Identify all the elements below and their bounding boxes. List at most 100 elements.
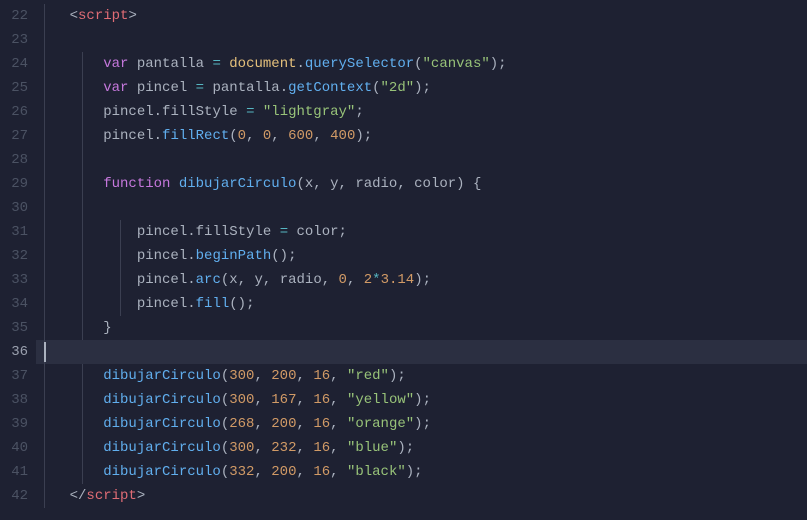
token-punc: , (246, 128, 263, 144)
token-param: color (414, 176, 456, 192)
code-line[interactable]: pincel.beginPath(); (36, 244, 807, 268)
indent-guide (44, 484, 45, 508)
line-number: 32 (0, 244, 28, 268)
code-line[interactable]: pincel.fillStyle = "lightgray"; (36, 100, 807, 124)
code-line[interactable] (36, 148, 807, 172)
indent-guide (44, 52, 45, 76)
token-plain: radio (280, 272, 322, 288)
token-num: 16 (313, 464, 330, 480)
token-num: 0 (238, 128, 246, 144)
token-punc: () (229, 296, 246, 312)
token-num: 600 (288, 128, 313, 144)
token-num: 200 (271, 416, 296, 432)
token-plain: pincel (103, 128, 153, 144)
code-line[interactable]: </script> (36, 484, 807, 508)
indent-guide (44, 172, 45, 196)
token-str: "blue" (347, 440, 397, 456)
code-line[interactable]: dibujarCirculo(332, 200, 16, "black"); (36, 460, 807, 484)
code-line-content (36, 200, 103, 216)
token-num: 2 (364, 272, 372, 288)
indent-guide (44, 316, 45, 340)
token-plain: pincel (137, 224, 187, 240)
token-plain (128, 56, 136, 72)
token-punc: ) (397, 440, 405, 456)
token-tag: script (86, 488, 136, 504)
token-num: 268 (229, 416, 254, 432)
code-line[interactable]: var pincel = pantalla.getContext("2d"); (36, 76, 807, 100)
token-punc: ( (221, 392, 229, 408)
line-number: 36 (0, 340, 28, 364)
indent-guide (44, 244, 45, 268)
code-line[interactable]: pincel.fillStyle = color; (36, 220, 807, 244)
indent-guide (44, 148, 45, 172)
code-line[interactable]: dibujarCirculo(268, 200, 16, "orange"); (36, 412, 807, 436)
token-op: = (212, 56, 220, 72)
indent-guide (44, 124, 45, 148)
token-punc: , (322, 272, 339, 288)
token-plain: pincel (137, 80, 187, 96)
token-punc: , (254, 416, 271, 432)
indent-guide (82, 52, 83, 76)
token-plain: pincel (137, 248, 187, 264)
code-line[interactable]: var pantalla = document.querySelector("c… (36, 52, 807, 76)
code-editor[interactable]: 2223242526272829303132333435363738394041… (0, 0, 807, 520)
code-line[interactable] (36, 196, 807, 220)
token-punc: < (70, 8, 78, 24)
line-number: 22 (0, 4, 28, 28)
indent-guide (44, 364, 45, 388)
token-punc: , (397, 176, 414, 192)
code-line-content: dibujarCirculo(300, 232, 16, "blue"); (36, 440, 414, 456)
token-fn: dibujarCirculo (103, 368, 221, 384)
token-num: 16 (313, 416, 330, 432)
code-line-content (36, 32, 70, 48)
token-plain: y (255, 272, 263, 288)
code-line[interactable] (36, 28, 807, 52)
code-line[interactable]: dibujarCirculo(300, 232, 16, "blue"); (36, 436, 807, 460)
token-num: 300 (229, 392, 254, 408)
token-num: 200 (271, 368, 296, 384)
token-punc: , (297, 464, 314, 480)
token-str: "canvas" (423, 56, 490, 72)
code-area[interactable]: <script> var pantalla = document.querySe… (36, 0, 807, 520)
token-num: 200 (271, 464, 296, 480)
token-op: = (280, 224, 288, 240)
token-plain: x (229, 272, 237, 288)
token-punc: , (297, 368, 314, 384)
token-punc: ; (423, 392, 431, 408)
token-plain (238, 104, 246, 120)
token-num: 3.14 (381, 272, 415, 288)
code-line[interactable]: } (36, 316, 807, 340)
code-line[interactable]: pincel.fill(); (36, 292, 807, 316)
token-plain (128, 80, 136, 96)
indent-guide (44, 268, 45, 292)
indent-guide (120, 292, 121, 316)
line-number: 35 (0, 316, 28, 340)
token-punc: ; (364, 128, 372, 144)
code-line[interactable]: dibujarCirculo(300, 200, 16, "red"); (36, 364, 807, 388)
token-punc: , (330, 392, 347, 408)
token-punc: } (103, 320, 111, 336)
token-punc: , (271, 128, 288, 144)
token-punc: ) (414, 80, 422, 96)
code-line[interactable]: <script> (36, 4, 807, 28)
token-num: 332 (229, 464, 254, 480)
token-num: 167 (271, 392, 296, 408)
code-line[interactable] (36, 340, 807, 364)
token-plain: fillStyle (196, 224, 272, 240)
code-line-content: } (36, 320, 112, 336)
token-op: = (196, 80, 204, 96)
code-line[interactable]: pincel.fillRect(0, 0, 600, 400); (36, 124, 807, 148)
token-str: "orange" (347, 416, 414, 432)
code-line[interactable]: dibujarCirculo(300, 167, 16, "yellow"); (36, 388, 807, 412)
token-punc: ( (296, 176, 304, 192)
token-punc: ) (414, 272, 422, 288)
line-number: 38 (0, 388, 28, 412)
token-fn: dibujarCirculo (103, 464, 221, 480)
token-fn: arc (196, 272, 221, 288)
token-punc: . (187, 224, 195, 240)
code-line[interactable]: function dibujarCirculo(x, y, radio, col… (36, 172, 807, 196)
code-line-content: pincel.arc(x, y, radio, 0, 2*3.14); (36, 272, 431, 288)
token-plain: fillStyle (162, 104, 238, 120)
code-line[interactable]: pincel.arc(x, y, radio, 0, 2*3.14); (36, 268, 807, 292)
token-punc: ( (414, 56, 422, 72)
